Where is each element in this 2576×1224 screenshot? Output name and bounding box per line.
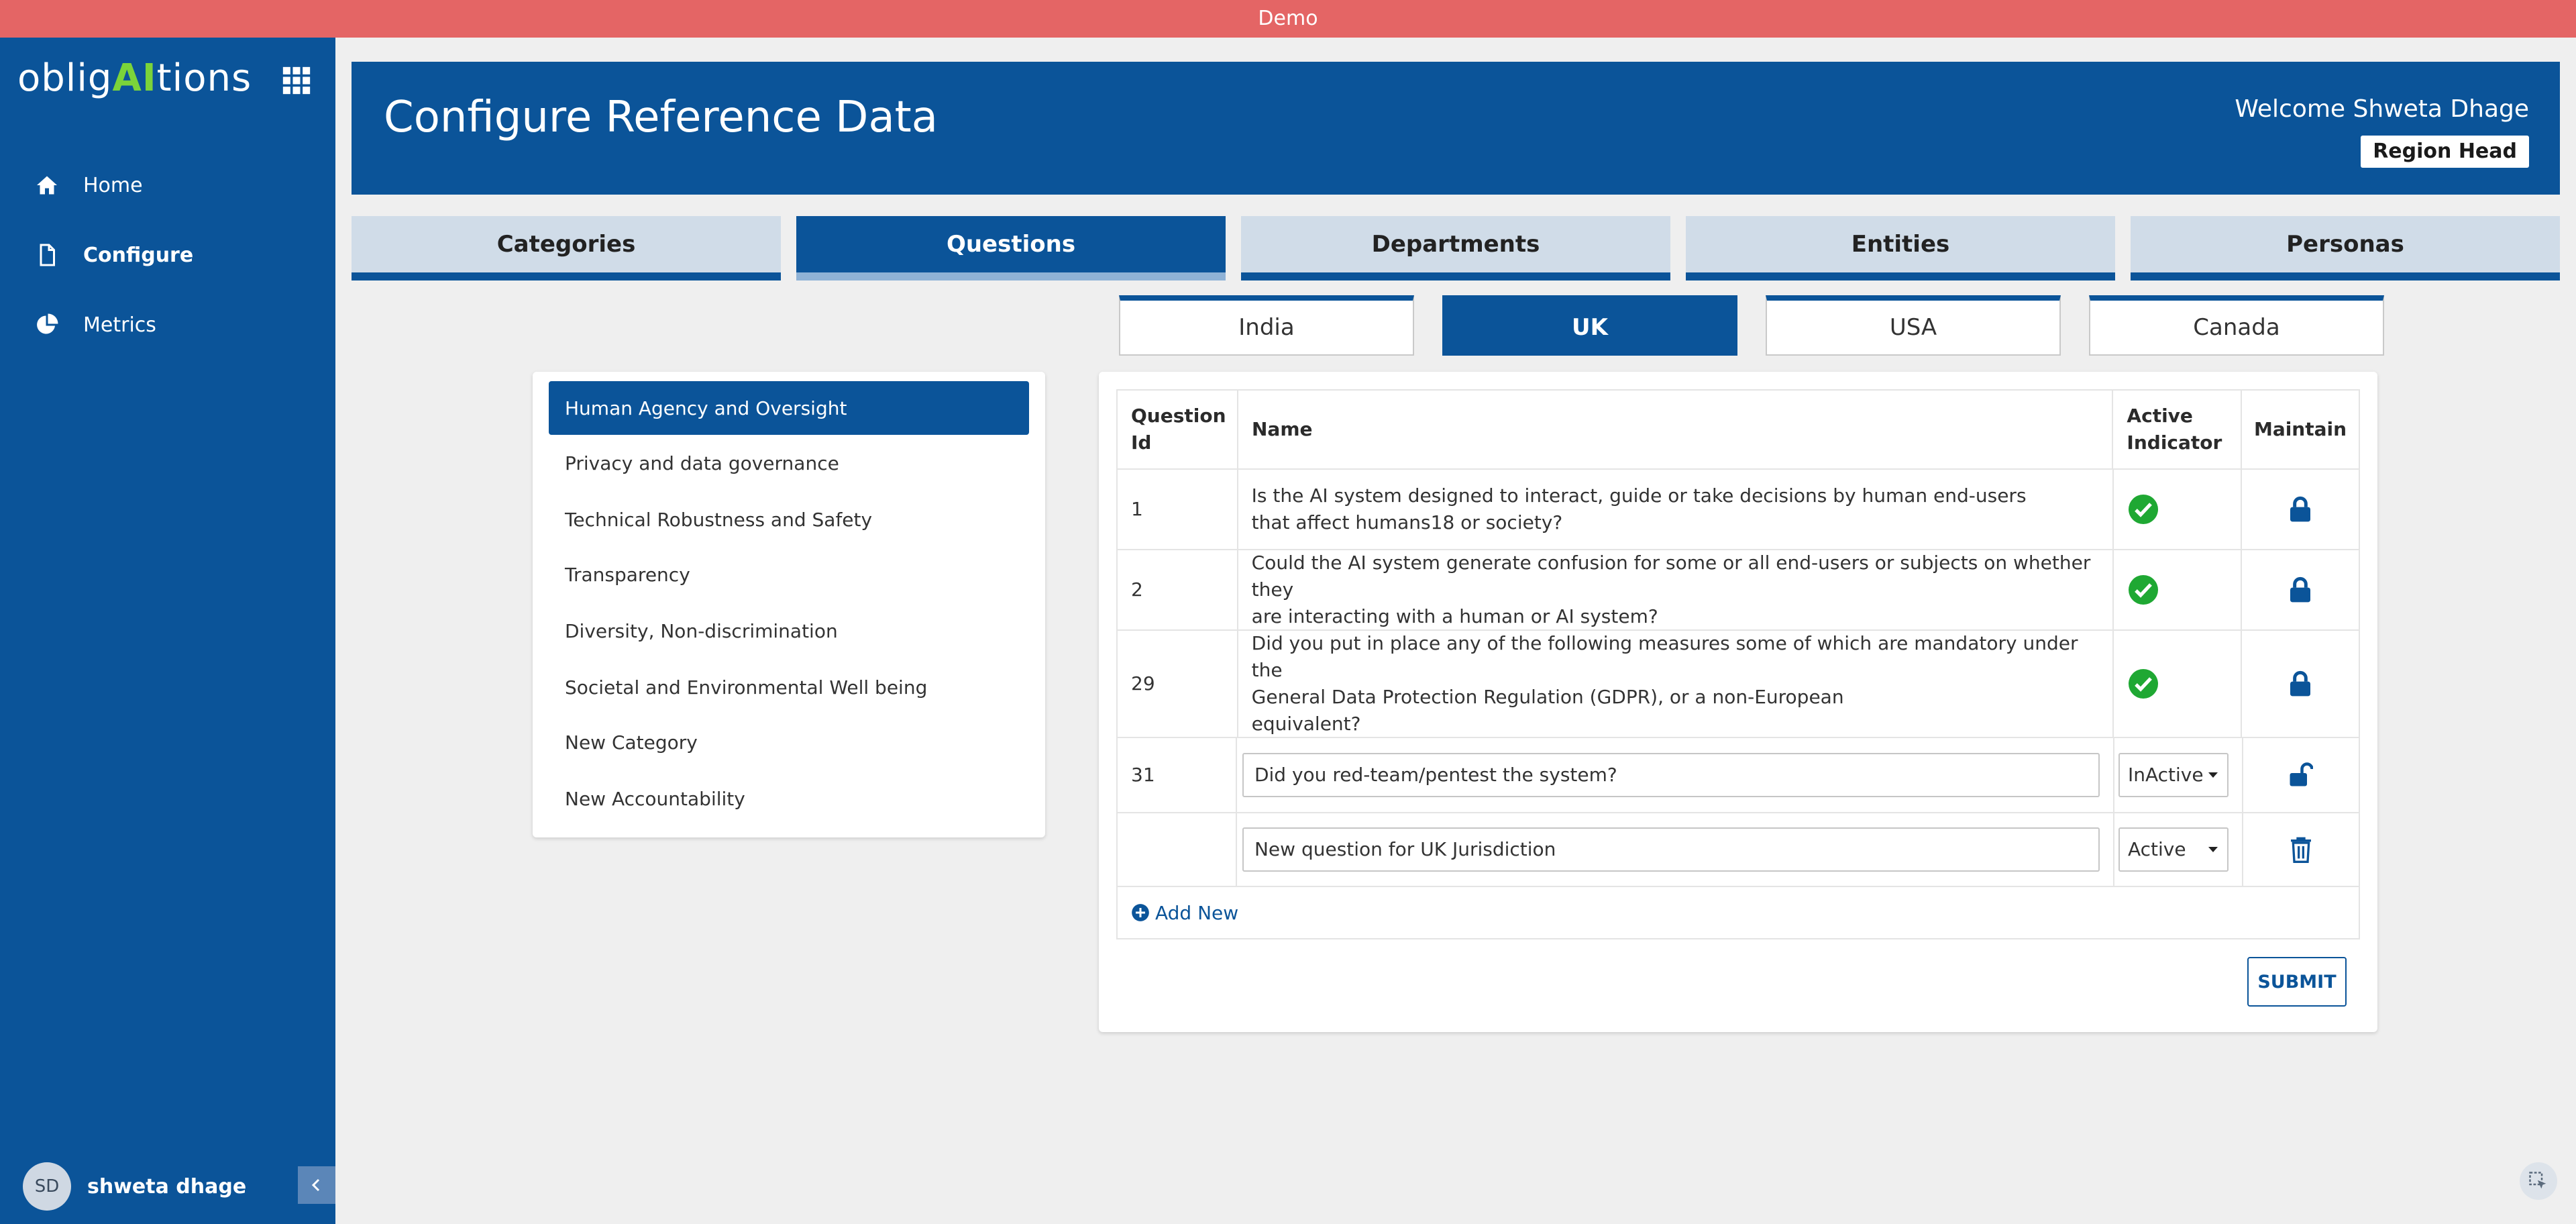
question-name-input[interactable]: Did you red-team/pentest the system?	[1242, 753, 2100, 797]
maintain-cell	[2243, 738, 2359, 812]
page-title: Configure Reference Data	[384, 93, 938, 142]
column-header-maintain: Maintain	[2253, 418, 2347, 440]
jurisdiction-tab-india[interactable]: India	[1119, 295, 1414, 356]
sidebar-item-home[interactable]: Home	[0, 150, 335, 220]
check-circle-icon	[2128, 669, 2158, 699]
check-circle-icon	[2128, 575, 2158, 605]
active-indicator: Active	[2114, 813, 2243, 886]
tab-departments[interactable]: Departments	[1241, 216, 1670, 280]
table-row-editing: 31 Did you red-team/pentest the system? …	[1118, 738, 2359, 813]
tab-entities[interactable]: Entities	[1686, 216, 2115, 280]
question-name: Is the AI system designed to interact, g…	[1238, 470, 2114, 549]
category-item[interactable]: Technical Robustness and Safety	[549, 493, 1029, 546]
user-name: shweta dhage	[87, 1174, 247, 1198]
document-icon	[40, 244, 55, 266]
question-id: 29	[1118, 631, 1238, 737]
table-header-row: Question Id Name Active Indicator Mainta…	[1118, 391, 2359, 470]
demo-banner: Demo	[0, 0, 2576, 38]
table-row: 29 Did you put in place any of the follo…	[1118, 631, 2359, 738]
active-indicator	[2114, 550, 2243, 629]
jurisdiction-tab-uk[interactable]: UK	[1442, 295, 1737, 356]
cursor-select-button[interactable]	[2520, 1162, 2557, 1200]
new-question-name-input[interactable]: New question for UK Jurisdiction	[1242, 827, 2100, 872]
column-header-active-indicator: Active Indicator	[2113, 391, 2242, 468]
trash-icon[interactable]	[2289, 836, 2313, 863]
column-header-name: Name	[1238, 391, 2114, 468]
jurisdiction-tab-usa[interactable]: USA	[1766, 295, 2061, 356]
lock-icon[interactable]	[2288, 576, 2312, 603]
maintain-cell	[2243, 813, 2359, 886]
cursor-select-icon	[2529, 1172, 2546, 1189]
category-item[interactable]: New Category	[549, 715, 1029, 769]
unlock-icon[interactable]	[2289, 762, 2313, 788]
category-item[interactable]: Transparency	[549, 548, 1029, 601]
status-select[interactable]: Active	[2118, 827, 2229, 872]
avatar[interactable]: SD	[23, 1162, 71, 1211]
sidebar-item-label: Home	[83, 173, 143, 197]
main-tabs: Categories Questions Departments Entitie…	[352, 216, 2560, 280]
sidebar: obligAItions Home Configure Metrics SD s…	[0, 38, 335, 1224]
pie-chart-icon	[37, 313, 58, 334]
sidebar-item-metrics[interactable]: Metrics	[0, 290, 335, 360]
chevron-down-icon	[2208, 772, 2218, 778]
sidebar-item-label: Configure	[83, 243, 194, 267]
jurisdiction-tab-canada[interactable]: Canada	[2089, 295, 2384, 356]
maintain-cell	[2242, 550, 2359, 629]
lock-icon[interactable]	[2288, 496, 2312, 523]
question-id: 31	[1118, 738, 1237, 812]
submit-button[interactable]: SUBMIT	[2247, 957, 2347, 1007]
app-logo[interactable]: obligAItions	[17, 56, 252, 100]
questions-panel: Question Id Name Active Indicator Mainta…	[1099, 372, 2377, 1032]
user-profile[interactable]: SD shweta dhage	[0, 1149, 335, 1224]
category-item[interactable]: Human Agency and Oversight	[549, 381, 1029, 435]
column-header-question-id: Question Id	[1118, 391, 1238, 468]
active-indicator	[2114, 470, 2243, 549]
table-row-new: New question for UK Jurisdiction Active	[1118, 813, 2359, 887]
question-id	[1118, 813, 1237, 886]
apps-grid-icon[interactable]	[282, 66, 311, 95]
active-indicator	[2114, 631, 2243, 737]
tab-categories[interactable]: Categories	[352, 216, 781, 280]
chevron-down-icon	[2208, 847, 2218, 852]
tab-personas[interactable]: Personas	[2131, 216, 2560, 280]
category-list: Human Agency and Oversight Privacy and d…	[533, 372, 1045, 837]
chevron-left-icon	[311, 1178, 320, 1192]
collapse-sidebar-button[interactable]	[298, 1166, 335, 1204]
lock-icon[interactable]	[2288, 670, 2312, 697]
home-icon	[37, 176, 57, 195]
table-row: 1 Is the AI system designed to interact,…	[1118, 470, 2359, 550]
plus-circle-icon	[1132, 904, 1149, 921]
sidebar-nav: Home Configure Metrics	[0, 150, 335, 360]
questions-table: Question Id Name Active Indicator Mainta…	[1116, 389, 2360, 939]
role-badge: Region Head	[2361, 136, 2529, 168]
check-circle-icon	[2128, 495, 2158, 524]
sidebar-item-label: Metrics	[83, 313, 156, 337]
page-header: Configure Reference Data Welcome Shweta …	[352, 62, 2560, 195]
add-new-button[interactable]: Add New	[1118, 887, 1238, 938]
question-name-cell: Did you red-team/pentest the system?	[1237, 738, 2114, 812]
maintain-cell	[2242, 470, 2359, 549]
maintain-cell	[2242, 631, 2359, 737]
question-id: 2	[1118, 550, 1238, 629]
category-item[interactable]: Diversity, Non-discrimination	[549, 604, 1029, 658]
question-name-cell: New question for UK Jurisdiction	[1237, 813, 2114, 886]
sidebar-item-configure[interactable]: Configure	[0, 220, 335, 290]
table-row: 2 Could the AI system generate confusion…	[1118, 550, 2359, 631]
question-name: Could the AI system generate confusion f…	[1238, 550, 2114, 629]
add-new-row: Add New	[1118, 887, 2359, 938]
category-item[interactable]: New Accountability	[549, 772, 1029, 825]
question-id: 1	[1118, 470, 1238, 549]
tab-questions[interactable]: Questions	[796, 216, 1226, 280]
category-item[interactable]: Privacy and data governance	[549, 436, 1029, 490]
active-indicator: InActive	[2114, 738, 2243, 812]
category-item[interactable]: Societal and Environmental Well being	[549, 660, 1029, 714]
welcome-text: Welcome Shweta Dhage	[2235, 95, 2529, 123]
question-name: Did you put in place any of the followin…	[1238, 631, 2114, 737]
status-select[interactable]: InActive	[2118, 753, 2229, 797]
